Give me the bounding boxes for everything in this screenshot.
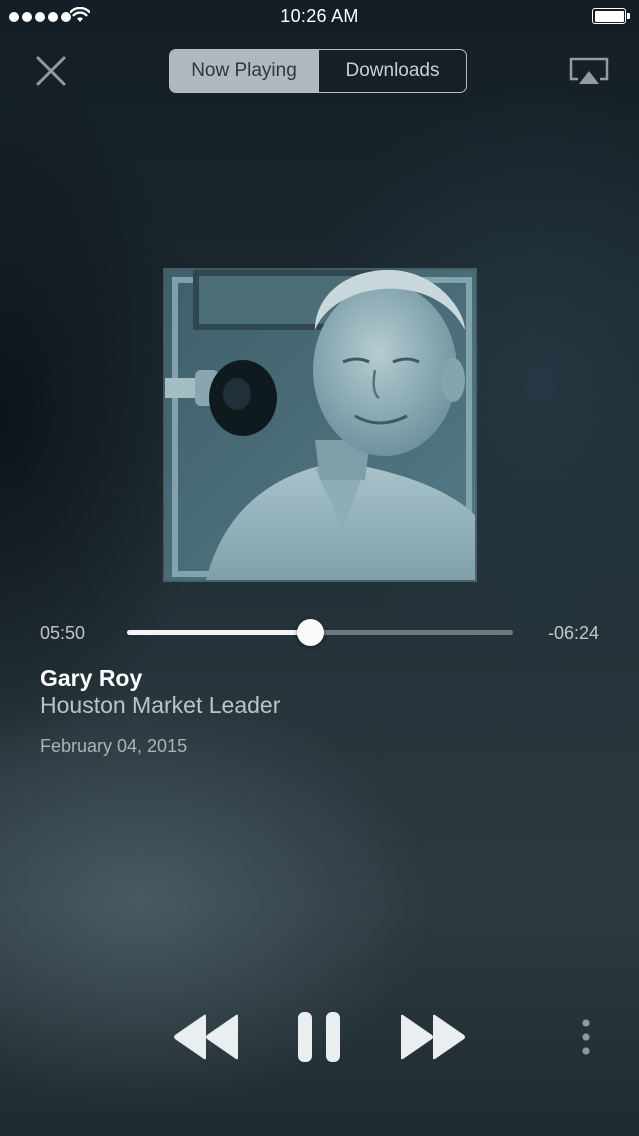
- more-vertical-icon: [582, 1019, 590, 1055]
- speaker-portrait-image: [165, 270, 475, 580]
- close-icon: [36, 56, 66, 86]
- elapsed-time: 05:50: [40, 623, 86, 643]
- rewind-icon: [174, 1014, 238, 1060]
- progress-thumb[interactable]: [297, 619, 325, 646]
- episode-date: February 04, 2015: [40, 736, 188, 756]
- episode-artwork: [163, 268, 477, 582]
- rewind-button[interactable]: [172, 1012, 240, 1062]
- status-bar: 10:26 AM: [0, 0, 639, 34]
- fast-forward-button[interactable]: [399, 1012, 467, 1062]
- airplay-button[interactable]: [568, 56, 610, 88]
- remaining-time: -06:24: [547, 623, 599, 643]
- tab-downloads[interactable]: Downloads: [318, 50, 466, 92]
- segmented-control: Now Playing Downloads: [169, 49, 467, 93]
- status-time: 10:26 AM: [280, 6, 359, 26]
- episode-subtitle: Houston Market Leader: [40, 692, 281, 718]
- progress-fill: [127, 630, 311, 635]
- battery-icon: [592, 8, 630, 24]
- tab-now-playing[interactable]: Now Playing: [170, 50, 318, 92]
- pause-icon: [298, 1012, 340, 1062]
- more-options-button[interactable]: [578, 1018, 594, 1058]
- airplay-icon: [569, 57, 609, 84]
- pause-button[interactable]: [296, 1011, 342, 1063]
- close-button[interactable]: [32, 52, 70, 90]
- episode-title: Gary Roy: [40, 665, 143, 691]
- fast-forward-icon: [401, 1014, 465, 1060]
- progress-slider[interactable]: [127, 619, 513, 646]
